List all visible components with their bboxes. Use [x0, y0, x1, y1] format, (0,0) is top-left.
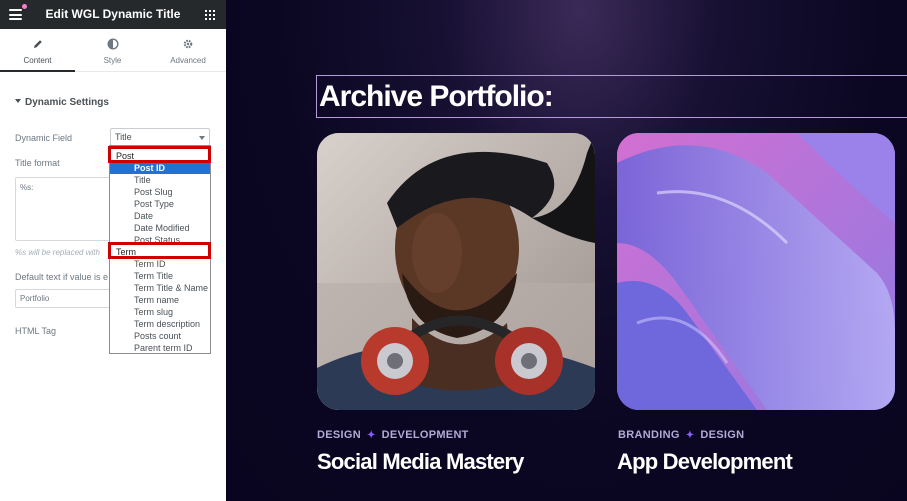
panel-header: Edit WGL Dynamic Title	[0, 0, 226, 29]
dropdown-option[interactable]: Term ID	[110, 258, 210, 270]
tab-advanced[interactable]: Advanced	[150, 29, 226, 72]
card-title[interactable]: Social Media Mastery	[317, 449, 524, 475]
card-categories: DESIGN ✦ DEVELOPMENT	[317, 429, 469, 441]
editor-panel: Edit WGL Dynamic Title Content Style Adv…	[0, 0, 226, 501]
tab-content[interactable]: Content	[0, 29, 75, 72]
tab-content-label: Content	[23, 56, 52, 65]
chevron-down-icon	[199, 136, 205, 140]
title-format-label: Title format	[15, 158, 60, 168]
dropdown-option[interactable]: Date	[110, 210, 210, 222]
portrait-image	[317, 133, 595, 410]
html-tag-label: HTML Tag	[15, 326, 57, 336]
dynamic-field-label: Dynamic Field	[15, 133, 73, 143]
widgets-grid-icon[interactable]	[205, 10, 215, 20]
category-link[interactable]: DESIGN	[700, 429, 744, 441]
dropdown-option[interactable]: Term Title	[110, 270, 210, 282]
page-heading: Archive Portfolio:	[319, 80, 554, 113]
portfolio-card-image[interactable]	[317, 133, 595, 410]
contrast-icon	[107, 38, 119, 50]
category-link[interactable]: DEVELOPMENT	[382, 429, 469, 441]
highlight-box-post	[108, 146, 211, 163]
dropdown-option[interactable]: Term name	[110, 294, 210, 306]
section-title-label: Dynamic Settings	[25, 97, 109, 108]
portfolio-card-image[interactable]	[617, 133, 895, 410]
title-format-hint: %s will be replaced with	[15, 248, 100, 257]
caret-down-icon	[15, 99, 21, 104]
dropdown-option[interactable]: Parent term ID	[110, 342, 210, 353]
category-link[interactable]: DESIGN	[317, 429, 361, 441]
highlight-box-term	[108, 242, 211, 259]
dynamic-title-widget[interactable]: Archive Portfolio:	[316, 75, 907, 118]
panel-title: Edit WGL Dynamic Title	[45, 7, 181, 21]
card-categories: BRANDING ✦ DESIGN	[618, 429, 744, 441]
dropdown-option[interactable]: Term description	[110, 318, 210, 330]
section-dynamic-settings[interactable]: Dynamic Settings	[15, 97, 109, 108]
category-link[interactable]: BRANDING	[618, 429, 680, 441]
pencil-icon	[34, 40, 42, 48]
dynamic-field-value: Title	[115, 132, 132, 142]
dynamic-field-select[interactable]: Title	[110, 128, 210, 146]
sparkle-icon: ✦	[366, 430, 376, 441]
tab-style-label: Style	[103, 56, 122, 65]
page-preview: Archive Portfolio: DESIGN ✦ DEVELOPMENT …	[226, 0, 907, 501]
abstract-3d-image	[617, 133, 895, 410]
dropdown-option[interactable]: Post ID	[110, 162, 210, 174]
sparkle-icon: ✦	[685, 430, 695, 441]
card-title[interactable]: App Development	[617, 449, 793, 475]
dropdown-option[interactable]: Title	[110, 174, 210, 186]
dropdown-option[interactable]: Post Slug	[110, 186, 210, 198]
tab-advanced-label: Advanced	[170, 56, 206, 65]
default-text-label: Default text if value is e	[15, 272, 109, 282]
dropdown-option[interactable]: Posts count	[110, 330, 210, 342]
gear-icon	[183, 39, 193, 49]
dropdown-option[interactable]: Term Title & Name	[110, 282, 210, 294]
dropdown-option[interactable]: Date Modified	[110, 222, 210, 234]
dropdown-option[interactable]: Term slug	[110, 306, 210, 318]
dropdown-option[interactable]: Post Type	[110, 198, 210, 210]
tab-style[interactable]: Style	[75, 29, 150, 72]
panel-tabs: Content Style Advanced	[0, 29, 226, 72]
